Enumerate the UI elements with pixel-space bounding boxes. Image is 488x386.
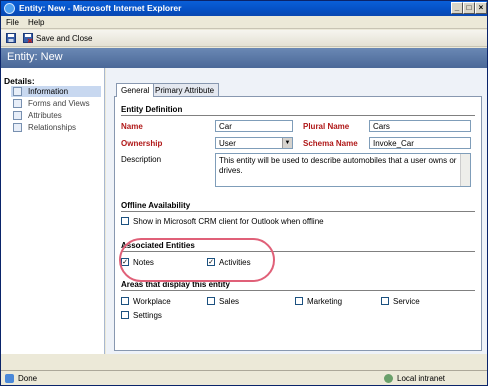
marketing-checkbox[interactable] — [295, 297, 303, 305]
ownership-label: Ownership — [121, 139, 163, 148]
general-panel: Entity Definition Name Car Plural Name C… — [114, 96, 482, 351]
intranet-icon — [384, 374, 393, 383]
menu-bar: File Help — [1, 16, 487, 29]
section-divider — [121, 290, 475, 291]
entity-definition-title: Entity Definition — [121, 105, 183, 114]
status-text: Done — [18, 374, 38, 383]
left-nav: Details: Information Forms and Views Att… — [1, 68, 105, 354]
nav-item-relationships[interactable]: Relationships — [11, 122, 101, 133]
nav-header: Details: — [4, 76, 35, 86]
nav-item-information[interactable]: Information — [11, 86, 101, 97]
page-icon — [5, 374, 14, 383]
name-field[interactable]: Car — [215, 120, 293, 132]
offline-checkbox[interactable] — [121, 217, 129, 225]
ownership-value: User — [219, 139, 236, 148]
menu-file[interactable]: File — [6, 18, 19, 27]
schema-name-label: Schema Name — [303, 139, 358, 148]
internet-explorer-icon — [4, 3, 15, 14]
title-bar[interactable]: Entity: New - Microsoft Internet Explore… — [1, 1, 487, 16]
status-bar: Done Local intranet — [1, 370, 487, 385]
settings-label: Settings — [133, 311, 162, 320]
minimize-button[interactable]: _ — [451, 2, 463, 14]
toolbar: Save and Close — [1, 30, 487, 47]
sales-label: Sales — [219, 297, 240, 306]
nav-item-attributes[interactable]: Attributes — [11, 110, 101, 121]
scrollbar[interactable] — [460, 154, 470, 186]
menu-help[interactable]: Help — [28, 18, 44, 27]
settings-checkbox[interactable] — [121, 311, 129, 319]
page-header: Entity: New — [1, 48, 487, 68]
zone-text: Local intranet — [397, 374, 446, 383]
save-and-close-icon — [23, 33, 33, 43]
nav-item-label: Attributes — [28, 111, 62, 120]
schema-name-field[interactable]: Invoke_Car — [369, 137, 471, 149]
nav-item-label: Relationships — [28, 123, 77, 132]
marketing-label: Marketing — [307, 297, 343, 306]
tab-primary-attribute[interactable]: Primary Attribute — [150, 83, 220, 96]
sales-checkbox[interactable] — [207, 297, 215, 305]
save-and-close-button[interactable]: Save and Close — [36, 34, 92, 43]
name-label: Name — [121, 122, 143, 131]
nav-item-label: Information — [28, 87, 69, 96]
ownership-select[interactable]: User ▼ — [215, 137, 293, 149]
description-textarea[interactable]: This entity will be used to describe aut… — [215, 153, 471, 187]
workplace-label: Workplace — [133, 297, 171, 306]
chevron-down-icon[interactable]: ▼ — [282, 138, 292, 148]
tab-general[interactable]: General — [116, 83, 155, 97]
save-icon[interactable] — [6, 33, 16, 43]
description-label: Description — [121, 155, 162, 164]
section-divider — [121, 115, 475, 116]
nav-item-label: Forms and Views — [28, 99, 90, 108]
service-label: Service — [393, 297, 420, 306]
nav-item-forms-and-views[interactable]: Forms and Views — [11, 98, 101, 109]
workplace-checkbox[interactable] — [121, 297, 129, 305]
maximize-button[interactable]: □ — [463, 2, 475, 14]
offline-checkbox-label: Show in Microsoft CRM client for Outlook… — [133, 217, 324, 226]
page-title: Entity: New — [7, 51, 63, 63]
relationships-icon — [13, 123, 22, 132]
attributes-icon — [13, 111, 22, 120]
plural-name-field[interactable]: Cars — [369, 120, 471, 132]
offline-availability-title: Offline Availability — [121, 201, 191, 210]
browser-window: Entity: New - Microsoft Internet Explore… — [0, 0, 488, 386]
description-value: This entity will be used to describe aut… — [219, 156, 457, 175]
window-title: Entity: New - Microsoft Internet Explore… — [19, 3, 182, 13]
highlight-oval — [119, 238, 275, 282]
service-checkbox[interactable] — [381, 297, 389, 305]
close-button[interactable]: × — [475, 2, 487, 14]
information-icon — [13, 87, 22, 96]
plural-name-label: Plural Name — [303, 122, 350, 131]
section-divider — [121, 211, 475, 212]
main-content: General Primary Attribute Entity Definit… — [106, 68, 487, 354]
forms-icon — [13, 99, 22, 108]
